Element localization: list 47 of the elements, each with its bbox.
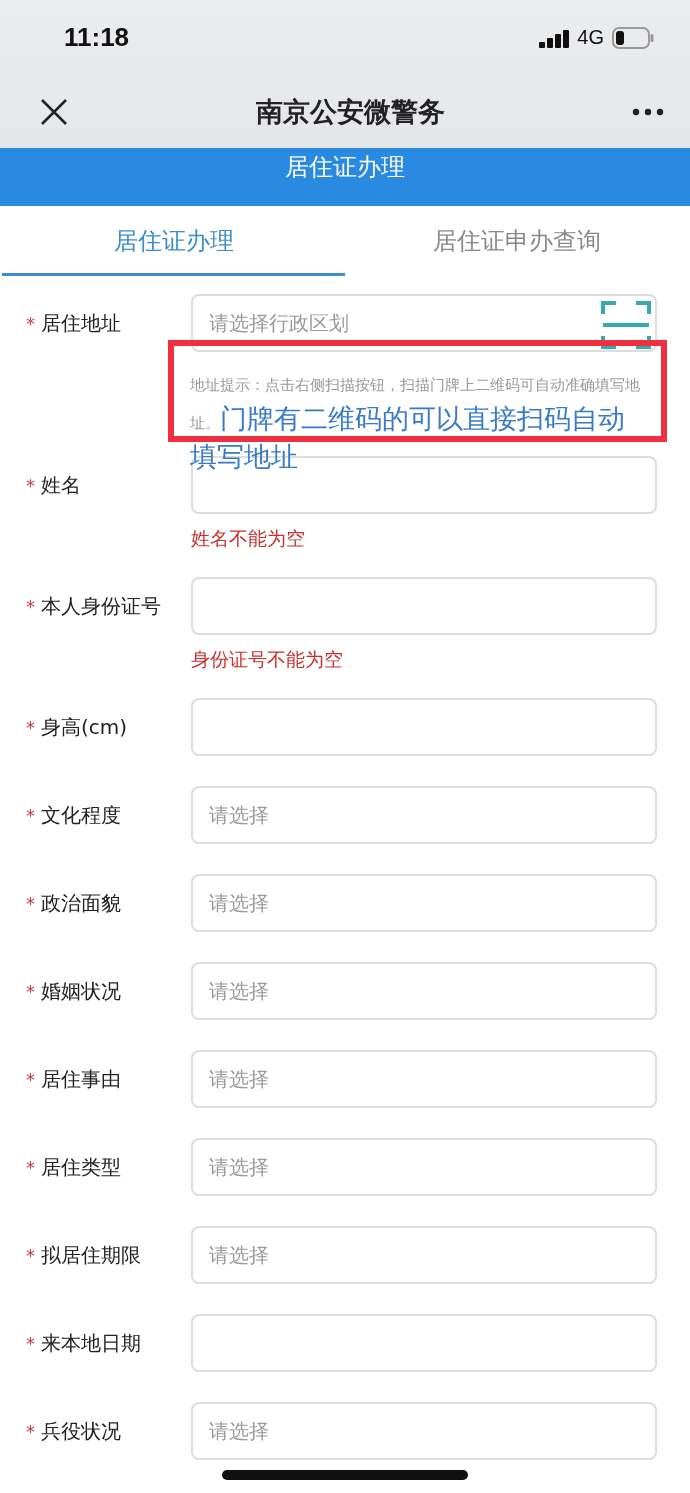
field-label: 文化程度 bbox=[41, 802, 121, 829]
network-label: 4G bbox=[577, 26, 604, 49]
address-field[interactable]: 请选择行政区划 bbox=[191, 294, 657, 352]
header-title: 居住证办理 bbox=[285, 152, 405, 183]
required-mark: * bbox=[26, 313, 35, 334]
required-mark: * bbox=[26, 1333, 35, 1354]
field-label: 身高(cm) bbox=[41, 714, 128, 741]
select-field[interactable]: 请选择 bbox=[191, 962, 657, 1020]
input-field[interactable] bbox=[191, 577, 657, 635]
field-label: 姓名 bbox=[41, 472, 81, 499]
select-field[interactable]: 请选择 bbox=[191, 786, 657, 844]
field-label: 婚姻状况 bbox=[41, 978, 121, 1005]
field-label: 居住事由 bbox=[41, 1066, 121, 1093]
required-mark: * bbox=[26, 1245, 35, 1266]
select-field[interactable]: 请选择 bbox=[191, 1226, 657, 1284]
address-hint: 地址提示：点击右侧扫描按钮，扫描门牌上二维码可自动准确填写地址。门牌有二维码的可以直接扫码自动填写地址 bbox=[190, 376, 641, 474]
close-icon[interactable] bbox=[40, 97, 68, 126]
battery-icon bbox=[612, 26, 654, 49]
required-mark: * bbox=[26, 981, 35, 1002]
field-label: 居住地址 bbox=[41, 310, 121, 337]
required-mark: * bbox=[26, 893, 35, 914]
select-field[interactable]: 请选择 bbox=[191, 1138, 657, 1196]
status-time: 11:18 bbox=[64, 22, 131, 53]
select-field[interactable]: 请选择 bbox=[191, 1402, 657, 1460]
field-label: 政治面貌 bbox=[41, 890, 121, 917]
error-message: 姓名不能为空 bbox=[191, 526, 305, 550]
required-mark: * bbox=[26, 1069, 35, 1090]
required-mark: * bbox=[26, 1157, 35, 1178]
required-mark: * bbox=[26, 805, 35, 826]
input-field[interactable] bbox=[191, 1314, 657, 1372]
more-icon[interactable] bbox=[632, 107, 664, 116]
select-field[interactable]: 请选择 bbox=[191, 1050, 657, 1108]
field-label: 居住类型 bbox=[41, 1154, 121, 1181]
required-mark: * bbox=[26, 475, 35, 496]
required-mark: * bbox=[26, 596, 35, 617]
error-message: 身份证号不能为空 bbox=[191, 647, 343, 671]
field-label: 兵役状况 bbox=[41, 1418, 121, 1445]
field-label: 本人身份证号 bbox=[41, 593, 161, 620]
select-field[interactable]: 请选择 bbox=[191, 874, 657, 932]
input-field[interactable] bbox=[191, 698, 657, 756]
signal-icon bbox=[539, 27, 570, 48]
scan-icon[interactable] bbox=[601, 300, 651, 350]
required-mark: * bbox=[26, 717, 35, 738]
required-mark: * bbox=[26, 1421, 35, 1442]
field-label: 来本地日期 bbox=[41, 1330, 141, 1357]
field-label: 拟居住期限 bbox=[41, 1242, 141, 1269]
page-title: 南京公安微警务 bbox=[254, 94, 446, 129]
